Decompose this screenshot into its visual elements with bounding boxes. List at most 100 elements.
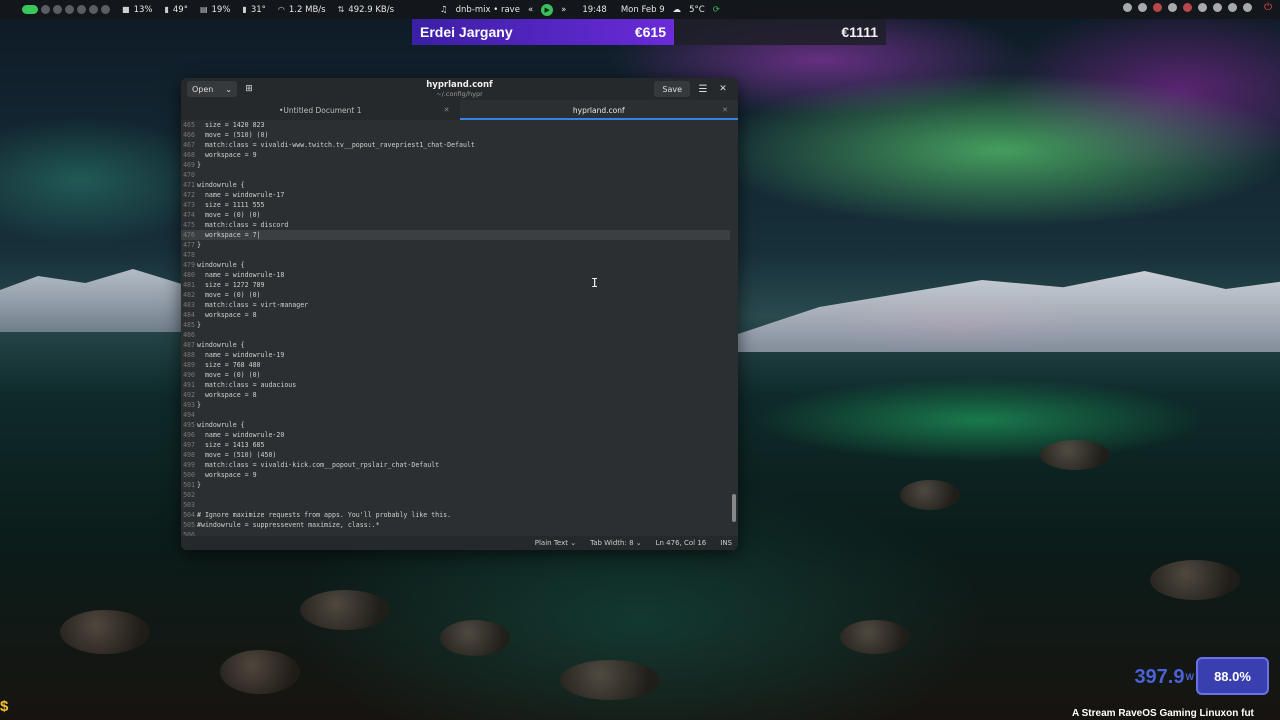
tray-icon[interactable] bbox=[1138, 3, 1147, 12]
line-text[interactable]: # Ignore maximize requests from apps. Yo… bbox=[197, 510, 451, 520]
tab-close-icon[interactable]: ✕ bbox=[722, 106, 728, 114]
code-line[interactable]: 476 workspace = 7| bbox=[181, 230, 730, 240]
code-line[interactable]: 478 bbox=[181, 250, 730, 260]
line-text[interactable]: } bbox=[197, 400, 201, 410]
line-text[interactable]: name = windowrule-19 bbox=[197, 350, 284, 360]
code-editor[interactable]: 465 size = 1420 823 466 move = (510) (0) 4… bbox=[181, 120, 730, 536]
line-text[interactable]: workspace = 7| bbox=[197, 230, 261, 240]
code-line[interactable]: 500 workspace = 9 bbox=[181, 470, 730, 480]
media-prev-icon[interactable]: « bbox=[528, 5, 533, 15]
code-line[interactable]: 468 workspace = 9 bbox=[181, 150, 730, 160]
code-line[interactable]: 484 workspace = 8 bbox=[181, 310, 730, 320]
hamburger-menu-icon[interactable]: ☰ bbox=[695, 81, 711, 97]
line-text[interactable]: } bbox=[197, 160, 201, 170]
tray-icon[interactable] bbox=[1183, 3, 1192, 12]
clock-date[interactable]: Mon Feb 9 bbox=[621, 5, 665, 15]
code-line[interactable]: 477} bbox=[181, 240, 730, 250]
line-text[interactable]: workspace = 8 bbox=[197, 390, 257, 400]
line-text[interactable]: match:class = vivaldi-kick.com__popout_r… bbox=[197, 460, 439, 470]
power-menu-icon[interactable]: ⏻ bbox=[1264, 2, 1272, 13]
code-line[interactable]: 472 name = windowrule-17 bbox=[181, 190, 730, 200]
workspace-indicator[interactable] bbox=[65, 5, 74, 14]
save-button[interactable]: Save bbox=[654, 81, 690, 97]
code-line[interactable]: 505 #windowrule = suppressevent maximize,… bbox=[181, 520, 730, 530]
code-line[interactable]: 493} bbox=[181, 400, 730, 410]
code-line[interactable]: 495 windowrule { bbox=[181, 420, 730, 430]
line-text[interactable]: windowrule { bbox=[197, 420, 245, 430]
tray-icon[interactable] bbox=[1228, 3, 1237, 12]
line-text[interactable]: name = windowrule-18 bbox=[197, 270, 284, 280]
code-line[interactable]: 485} bbox=[181, 320, 730, 330]
code-line[interactable]: 469} bbox=[181, 160, 730, 170]
line-text[interactable]: workspace = 9 bbox=[197, 470, 257, 480]
line-text[interactable]: } bbox=[197, 240, 201, 250]
code-line[interactable]: 466 move = (510) (0) bbox=[181, 130, 730, 140]
line-text[interactable]: move = (0) (0) bbox=[197, 290, 261, 300]
line-text[interactable]: workspace = 8 bbox=[197, 310, 257, 320]
code-line[interactable]: 491 match:class = audacious bbox=[181, 380, 730, 390]
tray-icon[interactable] bbox=[1168, 3, 1177, 12]
line-text[interactable]: name = windowrule-17 bbox=[197, 190, 284, 200]
code-line[interactable]: 465 size = 1420 823 bbox=[181, 120, 730, 130]
line-text[interactable]: #windowrule = suppressevent maximize, cl… bbox=[197, 520, 380, 530]
tab-hyprland-conf[interactable]: hyprland.conf ✕ bbox=[459, 100, 738, 120]
tray-icon[interactable] bbox=[1213, 3, 1222, 12]
code-line[interactable]: 503 bbox=[181, 500, 730, 510]
workspace-indicator[interactable] bbox=[41, 5, 50, 14]
line-text[interactable]: match:class = audacious bbox=[197, 380, 296, 390]
code-line[interactable]: 467 match:class = vivaldi-www.twitch.tv_… bbox=[181, 140, 730, 150]
new-tab-icon[interactable]: ⊞ bbox=[241, 81, 257, 97]
code-line[interactable]: 499 match:class = vivaldi-kick.com__popo… bbox=[181, 460, 730, 470]
code-line[interactable]: 483 match:class = virt-manager bbox=[181, 300, 730, 310]
line-text[interactable]: } bbox=[197, 320, 201, 330]
line-text[interactable]: } bbox=[197, 480, 201, 490]
code-line[interactable]: 497 size = 1413 685 bbox=[181, 440, 730, 450]
line-text[interactable]: workspace = 9 bbox=[197, 150, 257, 160]
line-text[interactable]: move = (0) (0) bbox=[197, 210, 261, 220]
open-button[interactable]: Open ⌄ bbox=[187, 81, 237, 97]
tab-close-icon[interactable]: ✕ bbox=[444, 106, 450, 114]
code-line[interactable]: 490 move = (0) (0) bbox=[181, 370, 730, 380]
tray-icon[interactable] bbox=[1198, 3, 1207, 12]
close-icon[interactable]: ✕ bbox=[715, 81, 731, 97]
code-line[interactable]: 498 move = (510) (450) bbox=[181, 450, 730, 460]
code-line[interactable]: 475 match:class = discord bbox=[181, 220, 730, 230]
code-line[interactable]: 489 size = 768 480 bbox=[181, 360, 730, 370]
workspace-indicator[interactable] bbox=[89, 5, 98, 14]
code-line[interactable]: 504 # Ignore maximize requests from apps.… bbox=[181, 510, 730, 520]
tray-icon[interactable] bbox=[1153, 3, 1162, 12]
workspace-indicator[interactable] bbox=[101, 5, 110, 14]
line-text[interactable]: move = (510) (450) bbox=[197, 450, 276, 460]
clock-time[interactable]: 19:48 bbox=[582, 5, 607, 15]
code-line[interactable]: 492 workspace = 8 bbox=[181, 390, 730, 400]
line-text[interactable]: move = (510) (0) bbox=[197, 130, 269, 140]
line-text[interactable]: match:class = vivaldi-www.twitch.tv__pop… bbox=[197, 140, 475, 150]
line-text[interactable]: size = 1272 789 bbox=[197, 280, 265, 290]
line-text[interactable]: match:class = discord bbox=[197, 220, 288, 230]
code-line[interactable]: 470 bbox=[181, 170, 730, 180]
media-play-icon[interactable]: ▶ bbox=[541, 3, 554, 16]
editor-scrollbar[interactable] bbox=[732, 494, 736, 522]
tray-icon[interactable] bbox=[1123, 3, 1132, 12]
line-text[interactable]: match:class = virt-manager bbox=[197, 300, 308, 310]
code-line[interactable]: 481 size = 1272 789 bbox=[181, 280, 730, 290]
line-text[interactable]: move = (0) (0) bbox=[197, 370, 261, 380]
code-line[interactable]: 471 windowrule { bbox=[181, 180, 730, 190]
workspace-indicator[interactable] bbox=[77, 5, 86, 14]
line-text[interactable]: windowrule { bbox=[197, 180, 245, 190]
update-icon[interactable]: ⟳ bbox=[713, 5, 720, 15]
tab-width-selector[interactable]: Tab Width: 8 ⌄ bbox=[590, 539, 642, 547]
code-line[interactable]: 479 windowrule { bbox=[181, 260, 730, 270]
code-line[interactable]: 473 size = 1111 555 bbox=[181, 200, 730, 210]
code-line[interactable]: 502 bbox=[181, 490, 730, 500]
code-line[interactable]: 487 windowrule { bbox=[181, 340, 730, 350]
media-next-icon[interactable]: » bbox=[561, 5, 566, 15]
line-text[interactable]: windowrule { bbox=[197, 340, 245, 350]
line-text[interactable]: windowrule { bbox=[197, 260, 245, 270]
workspace-indicator-active[interactable] bbox=[22, 5, 38, 14]
code-line[interactable]: 494 bbox=[181, 410, 730, 420]
workspace-indicator[interactable] bbox=[53, 5, 62, 14]
code-line[interactable]: 488 name = windowrule-19 bbox=[181, 350, 730, 360]
tray-icon[interactable] bbox=[1243, 3, 1252, 12]
tab-untitled-document[interactable]: •Untitled Document 1 ✕ bbox=[181, 100, 460, 120]
